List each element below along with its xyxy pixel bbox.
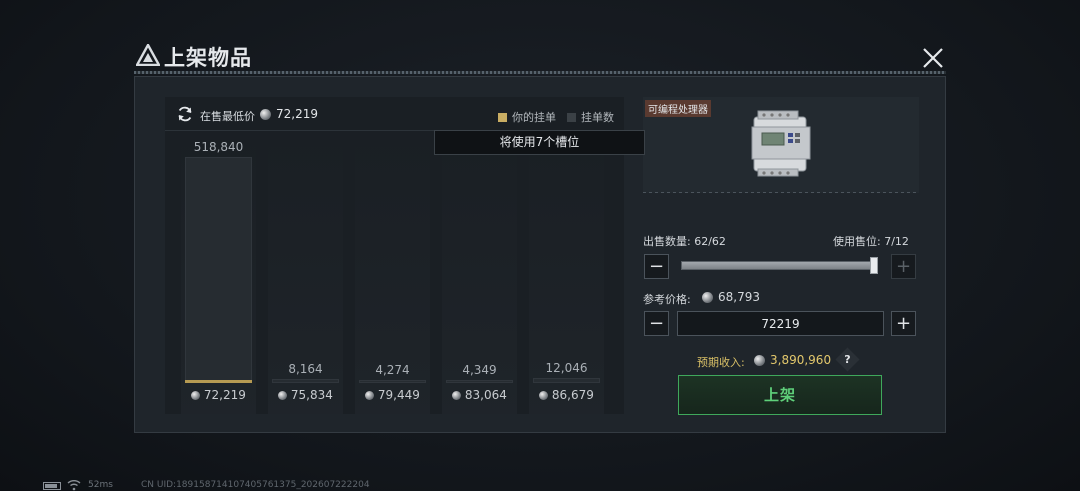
coin-icon: [278, 391, 288, 400]
quantity-increase-button[interactable]: +: [891, 254, 916, 279]
slot-usage-tooltip: 将使用7个槽位: [434, 130, 645, 155]
reference-price-value: 68,793: [718, 290, 760, 304]
dialog-title: 上架物品: [164, 46, 252, 70]
your-listing-bar: [185, 380, 252, 383]
ping-value: 52ms: [88, 480, 113, 490]
quantity-slider-fill: [682, 262, 876, 269]
battery-icon: [43, 482, 61, 490]
coin-icon: [452, 391, 462, 400]
coin-icon: [365, 391, 375, 400]
sell-quantity-label: 出售数量: 62/62: [643, 235, 726, 248]
bar-value-label: 8,164: [288, 362, 323, 377]
legend-yours-label: 你的挂单: [512, 111, 556, 124]
coin-icon: [754, 355, 765, 366]
reference-price-label: 参考价格:: [643, 293, 691, 306]
price-input[interactable]: [677, 311, 884, 336]
dialog-title-bar: 上架物品: [134, 40, 946, 76]
close-icon[interactable]: [919, 44, 947, 72]
list-item-button[interactable]: 上架: [678, 375, 882, 415]
coin-icon: [539, 391, 549, 400]
lowest-price-label: 在售最低价: [200, 110, 255, 123]
minus-icon: −: [648, 313, 665, 334]
price-tick-text: 75,834: [287, 388, 333, 402]
chart-bar: [185, 157, 252, 383]
price-tick-text: 86,679: [548, 388, 594, 402]
quantity-slider[interactable]: [681, 261, 877, 270]
legend-yours: 你的挂单: [498, 109, 556, 125]
coin-icon: [191, 391, 201, 400]
wifi-icon: [67, 480, 81, 491]
chart-bar: [272, 379, 339, 383]
help-glyph: ?: [844, 353, 851, 366]
price-tick-label: 79,449: [353, 388, 432, 402]
chart-bar: [533, 377, 600, 383]
title-divider: [134, 71, 946, 74]
price-tick-label: 72,219: [179, 388, 258, 402]
quantity-decrease-button[interactable]: −: [644, 254, 669, 279]
bar-value-label: 12,046: [545, 360, 588, 375]
bar-value-label: 518,840: [193, 140, 244, 154]
item-preview: 可编程处理器: [643, 97, 919, 193]
legend-count-label: 挂单数: [581, 111, 614, 124]
user-uid: CN UID:1891587141074057613​75_2026072222…: [141, 480, 370, 490]
bar-value-label: 4,274: [375, 363, 410, 377]
chart-bar: [359, 380, 426, 383]
price-tick-text: 83,064: [461, 388, 507, 402]
expected-income-label: 预期收入:: [697, 356, 745, 369]
plus-icon: +: [895, 256, 912, 277]
used-slots-label: 使用售位: 7/12: [833, 235, 909, 248]
bar-value-label: 4,349: [462, 363, 497, 377]
legend-count: 挂单数: [567, 109, 614, 125]
chart-bar: [446, 380, 513, 383]
lowest-price-value: 72,219: [276, 107, 318, 121]
chart-header: 在售最低价 72,219 你的挂单 挂单数: [165, 97, 624, 131]
item-name: 可编程处理器: [645, 100, 711, 117]
price-tick-label: 86,679: [527, 388, 606, 402]
minus-icon: −: [648, 256, 665, 277]
plus-icon: +: [895, 313, 912, 334]
refresh-icon[interactable]: [176, 105, 194, 123]
price-tick-text: 72,219: [200, 388, 246, 402]
legend-yours-swatch: [498, 113, 507, 122]
expected-income-value: 3,890,960: [770, 353, 832, 367]
coin-icon: [260, 109, 271, 120]
game-logo-icon: [136, 44, 160, 66]
price-increase-button[interactable]: +: [891, 311, 916, 336]
programmable-processor-icon: [751, 110, 811, 177]
coin-icon: [702, 292, 713, 303]
quantity-slider-handle[interactable]: [870, 257, 878, 274]
legend-count-swatch: [567, 113, 576, 122]
price-tick-label: 83,064: [440, 388, 519, 402]
price-tick-text: 79,449: [374, 388, 420, 402]
help-icon[interactable]: ?: [835, 347, 860, 372]
price-tick-label: 75,834: [266, 388, 345, 402]
item-divider: [643, 192, 919, 193]
price-decrease-button[interactable]: −: [644, 311, 669, 336]
